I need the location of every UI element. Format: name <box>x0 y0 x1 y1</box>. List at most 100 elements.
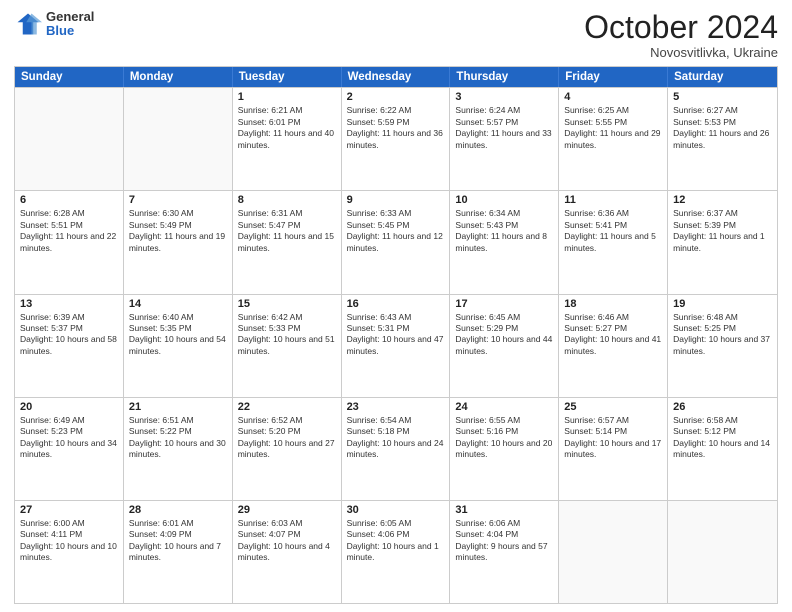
day-info: Sunrise: 6:36 AM Sunset: 5:41 PM Dayligh… <box>564 208 662 254</box>
header: General Blue October 2024 Novosvitlivka,… <box>14 10 778 60</box>
day-number: 4 <box>564 91 662 103</box>
cal-cell: 3 Sunrise: 6:24 AM Sunset: 5:57 PM Daylig… <box>450 88 559 190</box>
day-info: Sunrise: 6:31 AM Sunset: 5:47 PM Dayligh… <box>238 208 336 254</box>
day-number: 20 <box>20 401 118 413</box>
logo-icon <box>14 10 42 38</box>
day-info: Sunrise: 6:43 AM Sunset: 5:31 PM Dayligh… <box>347 312 445 358</box>
cal-cell: 12Sunrise: 6:37 AM Sunset: 5:39 PM Dayli… <box>668 191 777 293</box>
day-info: Sunrise: 6:00 AM Sunset: 4:11 PM Dayligh… <box>20 518 118 564</box>
day-info: Sunrise: 6:21 AM Sunset: 6:01 PM Dayligh… <box>238 105 336 151</box>
day-number: 21 <box>129 401 227 413</box>
cal-cell: 26 Sunrise: 6:58 AM Sunset: 5:12 PM Dayli… <box>668 398 777 500</box>
cal-header-cell-tuesday: Tuesday <box>233 67 342 87</box>
day-info: Sunrise: 6:05 AM Sunset: 4:06 PM Dayligh… <box>347 518 445 564</box>
day-number: 8 <box>238 194 336 206</box>
day-number: 3 <box>455 91 553 103</box>
day-number: 30 <box>347 504 445 516</box>
cal-cell: 16 Sunrise: 6:43 AM Sunset: 5:31 PM Dayli… <box>342 295 451 397</box>
day-number: 16 <box>347 298 445 310</box>
cal-cell <box>559 501 668 603</box>
day-number: 23 <box>347 401 445 413</box>
day-info: Sunrise: 6:46 AM Sunset: 5:27 PM Dayligh… <box>564 312 662 358</box>
cal-week-2: 6Sunrise: 6:28 AM Sunset: 5:51 PM Daylig… <box>15 190 777 293</box>
day-number: 25 <box>564 401 662 413</box>
day-number: 29 <box>238 504 336 516</box>
day-info: Sunrise: 6:48 AM Sunset: 5:25 PM Dayligh… <box>673 312 772 358</box>
day-number: 7 <box>129 194 227 206</box>
day-info: Sunrise: 6:42 AM Sunset: 5:33 PM Dayligh… <box>238 312 336 358</box>
day-info: Sunrise: 6:34 AM Sunset: 5:43 PM Dayligh… <box>455 208 553 254</box>
calendar: SundayMondayTuesdayWednesdayThursdayFrid… <box>14 66 778 604</box>
cal-header-cell-monday: Monday <box>124 67 233 87</box>
cal-cell: 20 Sunrise: 6:49 AM Sunset: 5:23 PM Dayli… <box>15 398 124 500</box>
day-info: Sunrise: 6:52 AM Sunset: 5:20 PM Dayligh… <box>238 415 336 461</box>
cal-week-5: 27 Sunrise: 6:00 AM Sunset: 4:11 PM Dayli… <box>15 500 777 603</box>
cal-week-1: 1 Sunrise: 6:21 AM Sunset: 6:01 PM Daylig… <box>15 87 777 190</box>
day-number: 17 <box>455 298 553 310</box>
day-info: Sunrise: 6:49 AM Sunset: 5:23 PM Dayligh… <box>20 415 118 461</box>
day-number: 27 <box>20 504 118 516</box>
cal-cell: 22 Sunrise: 6:52 AM Sunset: 5:20 PM Dayli… <box>233 398 342 500</box>
cal-week-3: 13 Sunrise: 6:39 AM Sunset: 5:37 PM Dayli… <box>15 294 777 397</box>
day-info: Sunrise: 6:39 AM Sunset: 5:37 PM Dayligh… <box>20 312 118 358</box>
day-number: 1 <box>238 91 336 103</box>
day-number: 10 <box>455 194 553 206</box>
day-info: Sunrise: 6:24 AM Sunset: 5:57 PM Dayligh… <box>455 105 553 151</box>
cal-cell: 7Sunrise: 6:30 AM Sunset: 5:49 PM Daylig… <box>124 191 233 293</box>
day-number: 28 <box>129 504 227 516</box>
cal-cell: 18 Sunrise: 6:46 AM Sunset: 5:27 PM Dayli… <box>559 295 668 397</box>
cal-week-4: 20 Sunrise: 6:49 AM Sunset: 5:23 PM Dayli… <box>15 397 777 500</box>
day-info: Sunrise: 6:58 AM Sunset: 5:12 PM Dayligh… <box>673 415 772 461</box>
cal-cell: 25 Sunrise: 6:57 AM Sunset: 5:14 PM Dayli… <box>559 398 668 500</box>
cal-cell: 9Sunrise: 6:33 AM Sunset: 5:45 PM Daylig… <box>342 191 451 293</box>
cal-header-cell-wednesday: Wednesday <box>342 67 451 87</box>
cal-cell: 10 Sunrise: 6:34 AM Sunset: 5:43 PM Dayli… <box>450 191 559 293</box>
day-info: Sunrise: 6:55 AM Sunset: 5:16 PM Dayligh… <box>455 415 553 461</box>
day-number: 5 <box>673 91 772 103</box>
cal-header-cell-friday: Friday <box>559 67 668 87</box>
day-number: 26 <box>673 401 772 413</box>
cal-cell: 21 Sunrise: 6:51 AM Sunset: 5:22 PM Dayli… <box>124 398 233 500</box>
cal-cell: 2Sunrise: 6:22 AM Sunset: 5:59 PM Daylig… <box>342 88 451 190</box>
day-number: 13 <box>20 298 118 310</box>
calendar-body: 1 Sunrise: 6:21 AM Sunset: 6:01 PM Daylig… <box>15 87 777 603</box>
cal-cell: 23 Sunrise: 6:54 AM Sunset: 5:18 PM Dayli… <box>342 398 451 500</box>
calendar-header-row: SundayMondayTuesdayWednesdayThursdayFrid… <box>15 67 777 87</box>
cal-cell: 27 Sunrise: 6:00 AM Sunset: 4:11 PM Dayli… <box>15 501 124 603</box>
day-number: 18 <box>564 298 662 310</box>
logo-text: General Blue <box>46 10 94 39</box>
day-info: Sunrise: 6:27 AM Sunset: 5:53 PM Dayligh… <box>673 105 772 151</box>
page: General Blue October 2024 Novosvitlivka,… <box>0 0 792 612</box>
day-info: Sunrise: 6:01 AM Sunset: 4:09 PM Dayligh… <box>129 518 227 564</box>
logo-blue-text: Blue <box>46 24 94 38</box>
day-info: Sunrise: 6:57 AM Sunset: 5:14 PM Dayligh… <box>564 415 662 461</box>
day-info: Sunrise: 6:25 AM Sunset: 5:55 PM Dayligh… <box>564 105 662 151</box>
logo: General Blue <box>14 10 94 39</box>
day-info: Sunrise: 6:33 AM Sunset: 5:45 PM Dayligh… <box>347 208 445 254</box>
day-info: Sunrise: 6:06 AM Sunset: 4:04 PM Dayligh… <box>455 518 553 564</box>
cal-cell: 13 Sunrise: 6:39 AM Sunset: 5:37 PM Dayli… <box>15 295 124 397</box>
day-number: 11 <box>564 194 662 206</box>
day-info: Sunrise: 6:28 AM Sunset: 5:51 PM Dayligh… <box>20 208 118 254</box>
cal-cell: 24 Sunrise: 6:55 AM Sunset: 5:16 PM Dayli… <box>450 398 559 500</box>
cal-cell <box>15 88 124 190</box>
day-info: Sunrise: 6:54 AM Sunset: 5:18 PM Dayligh… <box>347 415 445 461</box>
month-title: October 2024 <box>584 10 778 45</box>
day-info: Sunrise: 6:45 AM Sunset: 5:29 PM Dayligh… <box>455 312 553 358</box>
cal-header-cell-thursday: Thursday <box>450 67 559 87</box>
day-number: 22 <box>238 401 336 413</box>
day-info: Sunrise: 6:22 AM Sunset: 5:59 PM Dayligh… <box>347 105 445 151</box>
cal-cell: 8 Sunrise: 6:31 AM Sunset: 5:47 PM Daylig… <box>233 191 342 293</box>
subtitle: Novosvitlivka, Ukraine <box>584 45 778 60</box>
day-number: 24 <box>455 401 553 413</box>
day-number: 14 <box>129 298 227 310</box>
cal-cell: 19Sunrise: 6:48 AM Sunset: 5:25 PM Dayli… <box>668 295 777 397</box>
cal-header-cell-saturday: Saturday <box>668 67 777 87</box>
title-block: October 2024 Novosvitlivka, Ukraine <box>584 10 778 60</box>
cal-cell: 28 Sunrise: 6:01 AM Sunset: 4:09 PM Dayli… <box>124 501 233 603</box>
day-number: 31 <box>455 504 553 516</box>
day-info: Sunrise: 6:37 AM Sunset: 5:39 PM Dayligh… <box>673 208 772 254</box>
day-info: Sunrise: 6:40 AM Sunset: 5:35 PM Dayligh… <box>129 312 227 358</box>
logo-general-text: General <box>46 10 94 24</box>
day-info: Sunrise: 6:51 AM Sunset: 5:22 PM Dayligh… <box>129 415 227 461</box>
